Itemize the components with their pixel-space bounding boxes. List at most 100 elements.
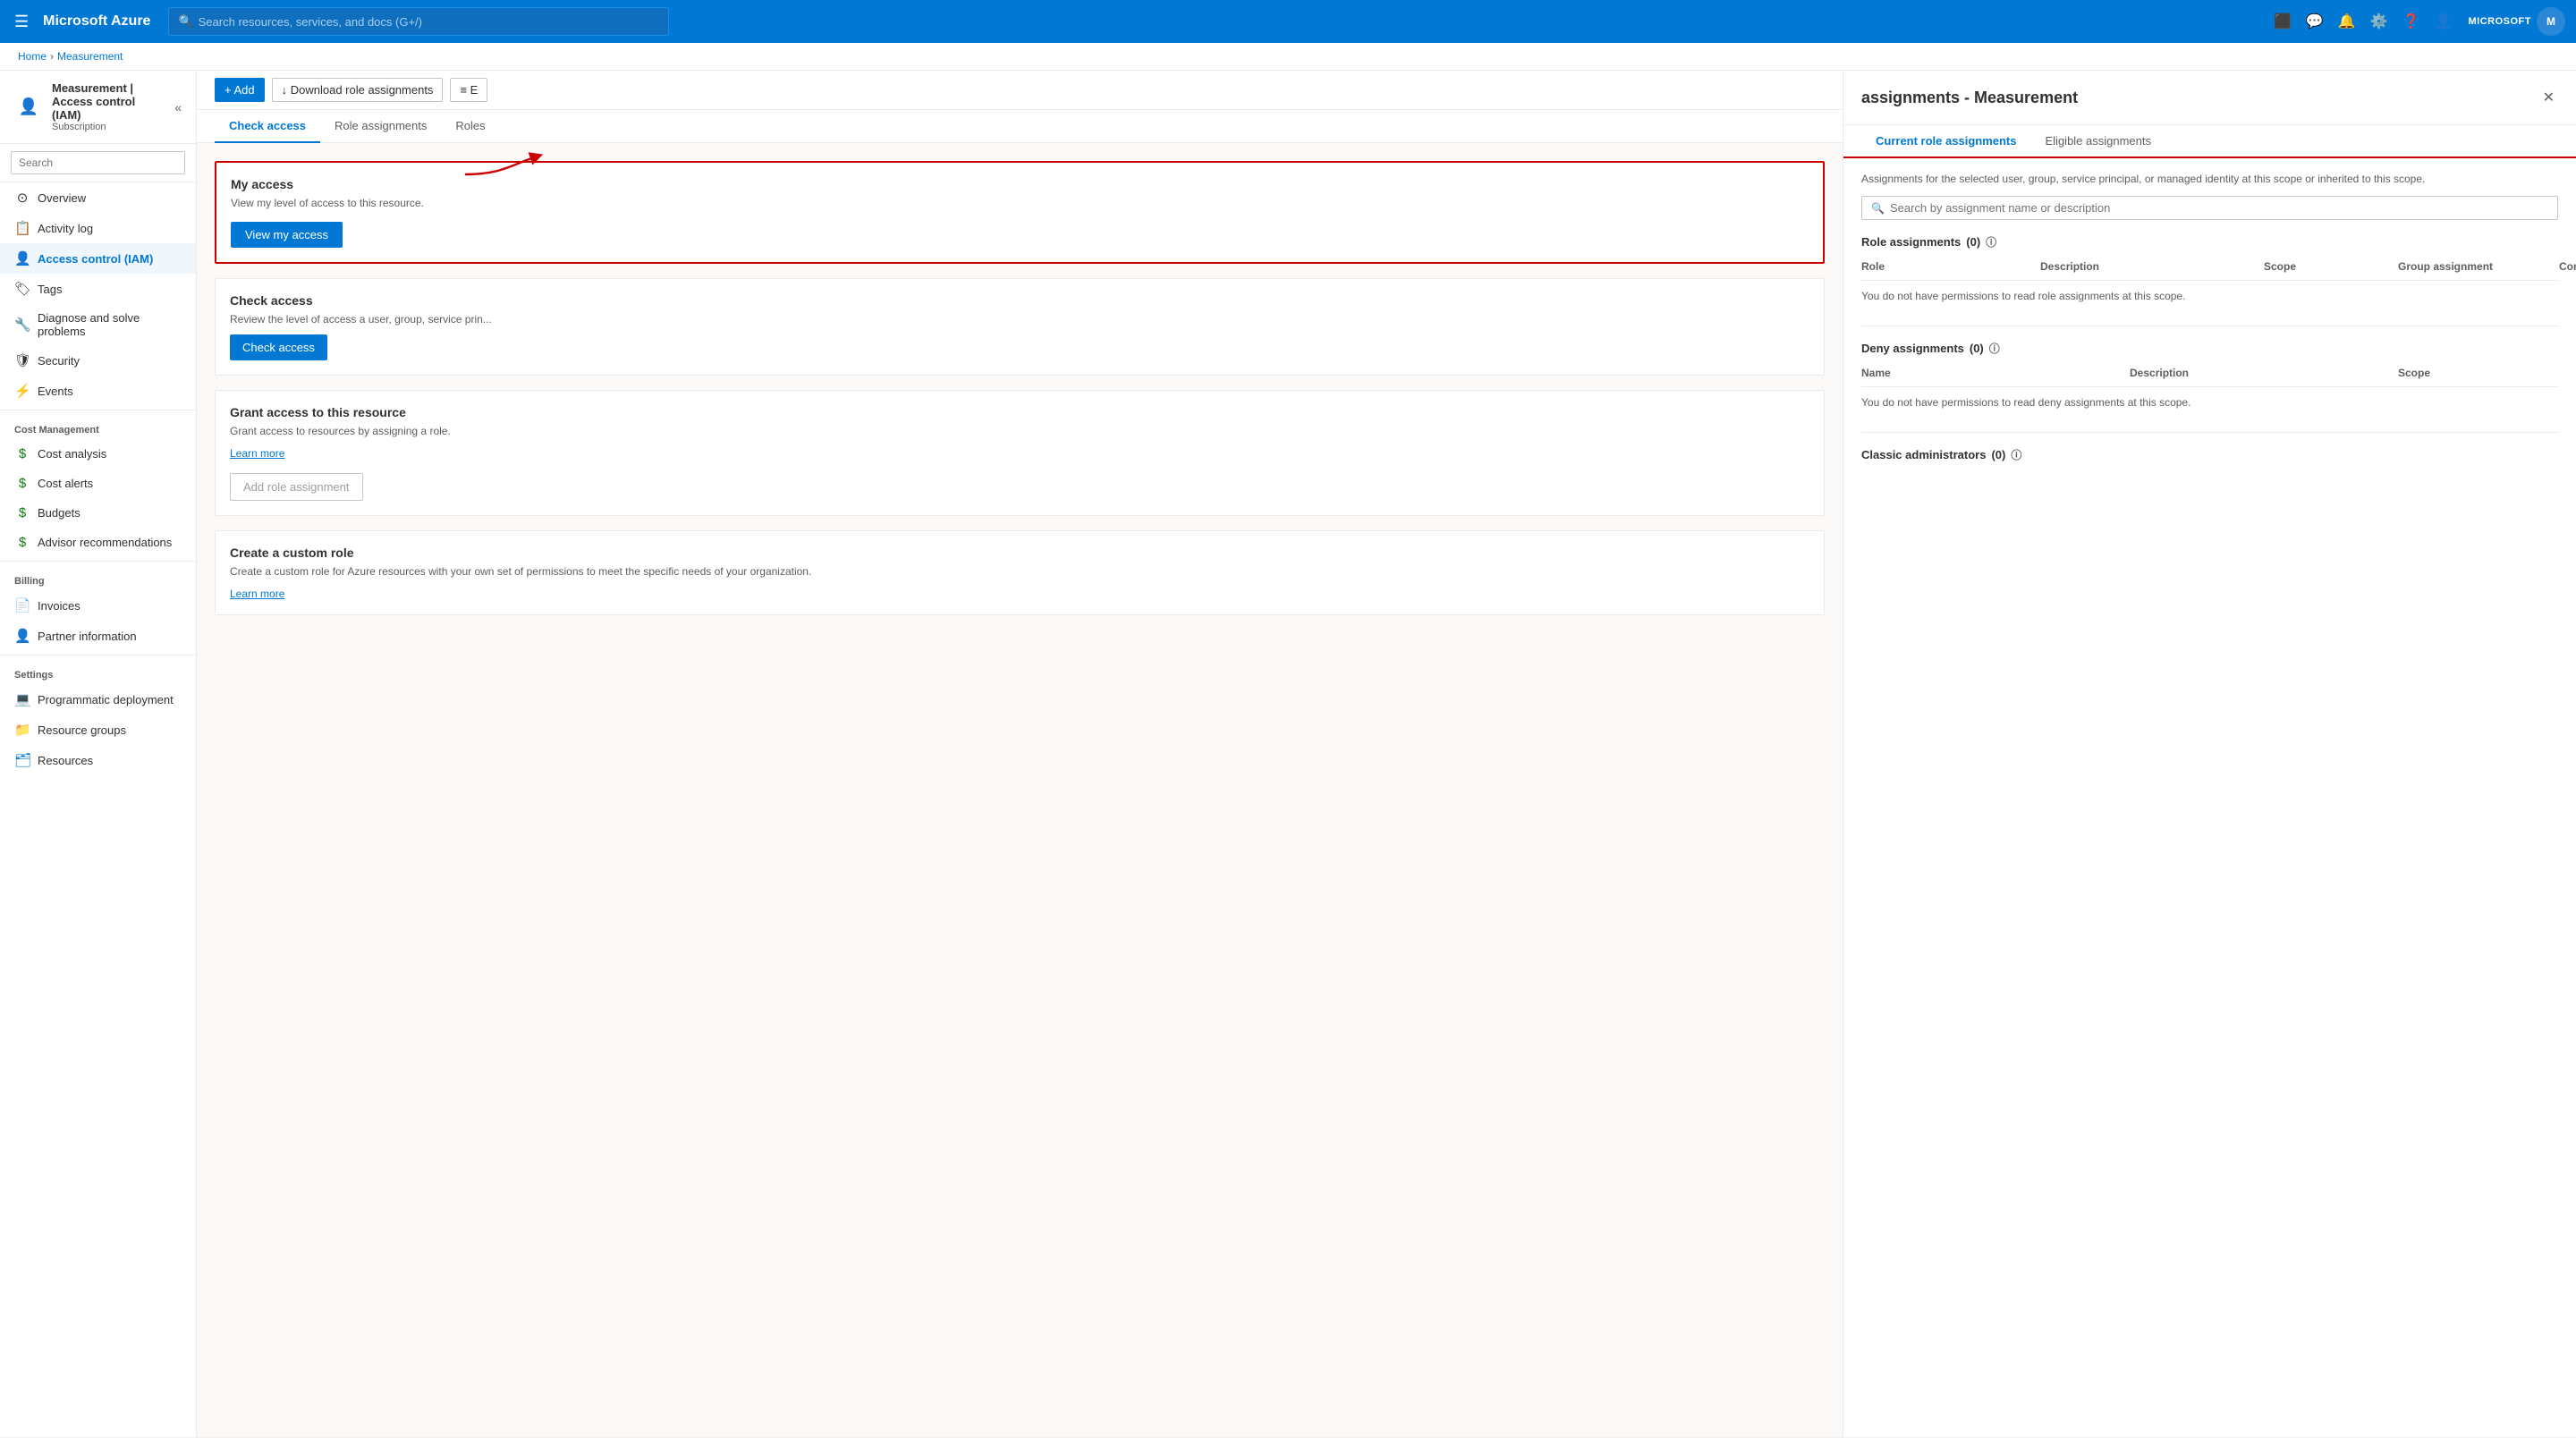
sidebar-divider-2 bbox=[0, 561, 196, 562]
check-access-title: Check access bbox=[230, 293, 1809, 308]
user-menu-icon[interactable]: 👤 bbox=[2429, 7, 2458, 36]
sidebar-item-activity-log[interactable]: 📋 Activity log bbox=[0, 213, 196, 243]
top-navigation: ☰ Microsoft Azure 🔍 ⬛ 💬 🔔 ⚙️ ❓ 👤 MICROSO… bbox=[0, 0, 2576, 43]
sidebar-item-cost-alerts-label: Cost alerts bbox=[38, 477, 93, 490]
portal-icon[interactable]: ⬛ bbox=[2268, 7, 2297, 36]
overview-icon: ⊙ bbox=[14, 190, 30, 206]
panel-close-button[interactable]: ✕ bbox=[2539, 85, 2558, 110]
sidebar-item-security[interactable]: 🛡 Security bbox=[0, 345, 196, 376]
check-access-button[interactable]: Check access bbox=[230, 334, 327, 360]
col-description: Description bbox=[2040, 260, 2264, 273]
deny-assignments-info-icon[interactable]: ⓘ bbox=[1989, 341, 2000, 356]
security-icon: 🛡 bbox=[14, 352, 30, 368]
sidebar-item-security-label: Security bbox=[38, 354, 80, 368]
classic-admins-count: (0) bbox=[1991, 448, 2005, 461]
sidebar: 👤 Measurement | Access control (IAM) Sub… bbox=[0, 71, 197, 1437]
role-assignments-label: Role assignments bbox=[1861, 235, 1961, 249]
custom-role-learn-more[interactable]: Learn more bbox=[230, 588, 284, 600]
classic-admins-section-header: Classic administrators (0) ⓘ bbox=[1861, 447, 2558, 462]
sidebar-search-input[interactable] bbox=[11, 151, 185, 174]
resource-groups-icon: 📁 bbox=[14, 722, 30, 738]
download-role-assignments-button[interactable]: ↓ Download role assignments bbox=[272, 78, 444, 102]
sidebar-item-diagnose-label: Diagnose and solve problems bbox=[38, 311, 182, 338]
sidebar-item-cost-alerts[interactable]: $ Cost alerts bbox=[0, 469, 196, 498]
panel-search-icon: 🔍 bbox=[1871, 202, 1885, 215]
grant-access-learn-more[interactable]: Learn more bbox=[230, 447, 284, 460]
sidebar-item-events-label: Events bbox=[38, 385, 73, 398]
deny-assignments-section-header: Deny assignments (0) ⓘ bbox=[1861, 341, 2558, 356]
view-my-access-button[interactable]: View my access bbox=[231, 222, 343, 248]
content-area: + Add ↓ Download role assignments ≡ E Ch… bbox=[197, 71, 2576, 1437]
sidebar-item-budgets-label: Budgets bbox=[38, 506, 80, 520]
sidebar-item-budgets[interactable]: $ Budgets bbox=[0, 498, 196, 528]
deny-assignments-empty: You do not have permissions to read deny… bbox=[1861, 387, 2558, 418]
advisor-icon: $ bbox=[14, 535, 30, 550]
cost-alerts-icon: $ bbox=[14, 476, 30, 491]
divider-2 bbox=[1861, 432, 2558, 433]
sidebar-item-activity-label: Activity log bbox=[38, 222, 93, 235]
iam-icon: 👤 bbox=[14, 250, 30, 266]
sidebar-item-resources[interactable]: 🗂 Resources bbox=[0, 745, 196, 775]
resource-info: Measurement | Access control (IAM) Subsc… bbox=[52, 81, 165, 132]
iam-content: My access View my level of access to thi… bbox=[197, 143, 1843, 1437]
tab-check-access[interactable]: Check access bbox=[215, 110, 320, 143]
sidebar-item-advisor[interactable]: $ Advisor recommendations bbox=[0, 528, 196, 557]
panel-tabs: Current role assignments Eligible assign… bbox=[1843, 125, 2576, 158]
sidebar-item-diagnose[interactable]: 🔧 Diagnose and solve problems bbox=[0, 304, 196, 345]
sidebar-item-tags[interactable]: 🏷 Tags bbox=[0, 274, 196, 304]
edit-columns-button[interactable]: ≡ E bbox=[450, 78, 487, 102]
sidebar-item-resource-groups[interactable]: 📁 Resource groups bbox=[0, 715, 196, 745]
add-button[interactable]: + Add bbox=[215, 78, 265, 102]
role-assignments-info-icon[interactable]: ⓘ bbox=[1986, 234, 1996, 250]
sidebar-collapse[interactable]: « bbox=[174, 100, 182, 114]
budgets-icon: $ bbox=[14, 505, 30, 520]
global-search[interactable]: 🔍 bbox=[168, 7, 669, 36]
col-role: Role bbox=[1861, 260, 2040, 273]
azure-logo: Microsoft Azure bbox=[43, 13, 150, 30]
iam-toolbar: + Add ↓ Download role assignments ≡ E bbox=[197, 71, 1843, 110]
custom-role-title: Create a custom role bbox=[230, 546, 1809, 560]
events-icon: ⚡ bbox=[14, 383, 30, 399]
sidebar-item-invoices[interactable]: 📄 Invoices bbox=[0, 590, 196, 621]
sidebar-item-events[interactable]: ⚡ Events bbox=[0, 376, 196, 406]
panel-search-input[interactable] bbox=[1890, 201, 2548, 215]
sidebar-item-iam[interactable]: 👤 Access control (IAM) bbox=[0, 243, 196, 274]
resource-name: Measurement | Access control (IAM) bbox=[52, 81, 165, 122]
classic-admins-info-icon[interactable]: ⓘ bbox=[2011, 447, 2021, 462]
tab-roles[interactable]: Roles bbox=[441, 110, 499, 143]
my-access-desc: View my level of access to this resource… bbox=[231, 197, 1809, 209]
search-icon: 🔍 bbox=[178, 14, 192, 29]
notifications-icon[interactable]: 🔔 bbox=[2333, 7, 2361, 36]
breadcrumb-home[interactable]: Home bbox=[18, 50, 47, 63]
panel-tab-current[interactable]: Current role assignments bbox=[1861, 125, 2031, 156]
sidebar-item-partner[interactable]: 👤 Partner information bbox=[0, 621, 196, 651]
hamburger-menu[interactable]: ☰ bbox=[11, 9, 32, 35]
tab-role-assignments[interactable]: Role assignments bbox=[320, 110, 441, 143]
help-icon[interactable]: ❓ bbox=[2397, 7, 2426, 36]
panel-content: Assignments for the selected user, group… bbox=[1843, 158, 2576, 1437]
sidebar-item-cost-analysis[interactable]: $ Cost analysis bbox=[0, 439, 196, 469]
add-role-assignment-button[interactable]: Add role assignment bbox=[230, 473, 363, 501]
grant-access-title: Grant access to this resource bbox=[230, 405, 1809, 419]
programmatic-icon: 💻 bbox=[14, 691, 30, 707]
grant-access-desc: Grant access to resources by assigning a… bbox=[230, 425, 1809, 437]
global-search-input[interactable] bbox=[199, 15, 660, 29]
classic-admins-label: Classic administrators bbox=[1861, 448, 1986, 461]
user-info[interactable]: MICROSOFT M bbox=[2469, 7, 2566, 36]
settings-icon[interactable]: ⚙️ bbox=[2365, 7, 2394, 36]
breadcrumb-resource[interactable]: Measurement bbox=[57, 50, 123, 63]
deny-table-header: Name Description Scope bbox=[1861, 360, 2558, 387]
sidebar-item-cost-analysis-label: Cost analysis bbox=[38, 447, 106, 461]
panel-tab-eligible[interactable]: Eligible assignments bbox=[2031, 125, 2166, 156]
custom-role-card: Create a custom role Create a custom rol… bbox=[215, 530, 1825, 615]
cost-management-section: Cost Management bbox=[0, 414, 196, 439]
sidebar-item-advisor-label: Advisor recommendations bbox=[38, 536, 172, 549]
sidebar-item-programmatic[interactable]: 💻 Programmatic deployment bbox=[0, 684, 196, 715]
sidebar-item-overview[interactable]: ⊙ Overview bbox=[0, 182, 196, 213]
diagnose-icon: 🔧 bbox=[14, 317, 30, 333]
resource-icon: 👤 bbox=[14, 93, 43, 122]
feedback-icon[interactable]: 💬 bbox=[2301, 7, 2329, 36]
sidebar-item-resources-label: Resources bbox=[38, 754, 93, 767]
avatar[interactable]: M bbox=[2537, 7, 2565, 36]
assignments-panel: assignments - Measurement ✕ Current role… bbox=[1843, 71, 2576, 1437]
